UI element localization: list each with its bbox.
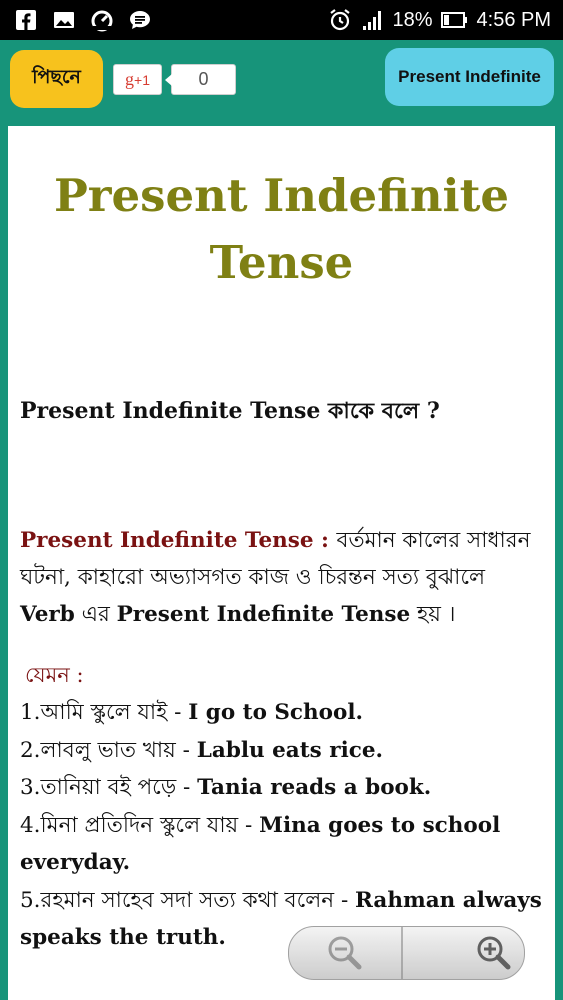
clock: 4:56 PM (476, 9, 551, 31)
zoom-out-icon (328, 936, 362, 970)
question-heading: Present Indefinite Tense কাকে বলে ? (20, 398, 440, 424)
toolbar: পিছনে g +1 0 Present Indefinite (0, 40, 563, 126)
image-icon (54, 12, 74, 28)
example-item: 1.আমি স্কুলে যাই - I go to School. (20, 694, 543, 732)
google-plus-one-button[interactable]: g +1 (113, 64, 162, 95)
definition-colon: : (313, 528, 337, 553)
example-bengali: 2.লাবলু ভাত খায় - (20, 737, 197, 763)
definition-tense: Present Indefinite Tense (116, 602, 411, 627)
definition-term: Present Indefinite Tense (20, 528, 314, 553)
plus-one-count: 0 (165, 64, 236, 95)
title-line-2: Tense (209, 236, 354, 289)
example-list: 1.আমি স্কুলে যাই - I go to School. 2.লাব… (20, 694, 543, 957)
example-item: 2.লাবলু ভাত খায় - Lablu eats rice. (20, 732, 543, 770)
status-bar: 18% 4:56 PM (0, 0, 563, 40)
definition-text-2: এর (74, 602, 117, 627)
example-bengali: 1.আমি স্কুলে যাই - (20, 700, 189, 725)
speedometer-icon (91, 10, 113, 32)
google-plus-icon: g (125, 69, 135, 89)
example-english: Tania reads a book. (197, 775, 432, 800)
definition-text-3: হয় । (410, 602, 456, 627)
example-item: 3.তানিয়া বই পড়ে - Tania reads a book. (20, 769, 543, 807)
system-icons: 18% 4:56 PM (328, 7, 551, 33)
zoom-control (288, 926, 525, 980)
zoom-in-button[interactable] (403, 927, 525, 979)
example-english: I go to School. (188, 700, 363, 725)
plus-one-label: +1 (134, 71, 150, 88)
example-item: 4.মিনা প্রতিদিন স্কুলে যায় - Mina goes … (20, 807, 543, 882)
zoom-out-button[interactable] (289, 927, 403, 979)
definition-verb: Verb (20, 602, 75, 627)
alarm-icon (330, 9, 351, 31)
example-bengali: 5.রহমান সাহেব সদা সত্য কথা বলেন - (20, 887, 356, 913)
back-button[interactable]: পিছনে (10, 50, 103, 108)
definition-paragraph: Present Indefinite Tense : বর্তমান কালের… (20, 522, 543, 633)
chat-icon (130, 11, 150, 29)
notification-icons (14, 8, 152, 32)
example-heading: যেমন : (25, 663, 84, 687)
example-english: Lablu eats rice. (196, 737, 384, 763)
example-bengali: 3.তানিয়া বই পড়ে - (20, 775, 198, 800)
example-bengali: 4.মিনা প্রতিদিন স্কুলে যায় - (20, 812, 260, 838)
facebook-icon (16, 10, 36, 30)
battery-percent: 18% (392, 9, 433, 31)
topic-button[interactable]: Present Indefinite (385, 48, 554, 106)
zoom-in-icon (477, 936, 511, 970)
page-title: Present Indefinite Tense (20, 162, 543, 296)
title-line-1: Present Indefinite (53, 169, 510, 222)
signal-icon (363, 11, 382, 30)
battery-icon (440, 12, 467, 28)
lesson-content[interactable]: Present Indefinite Tense Present Indefin… (8, 126, 555, 1000)
